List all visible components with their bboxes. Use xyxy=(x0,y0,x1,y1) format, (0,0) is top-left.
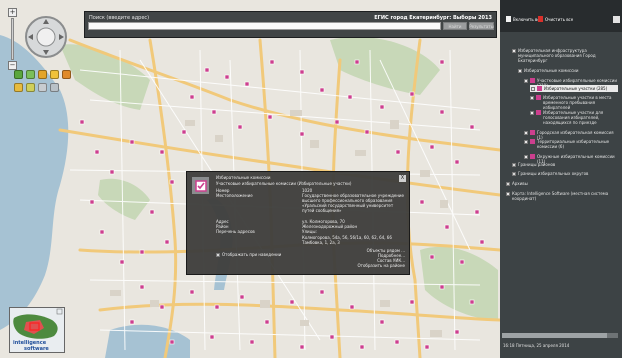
enable-all-button[interactable]: Включить все xyxy=(506,16,542,22)
find-button[interactable]: Найти xyxy=(443,22,467,30)
back-arrow-icon[interactable] xyxy=(14,70,23,79)
tree-checkbox[interactable] xyxy=(531,87,535,91)
tree-checkbox[interactable] xyxy=(530,96,534,100)
tree-node[interactable]: Территориальные избирательные комиссии (… xyxy=(524,139,619,149)
page-icon xyxy=(506,16,511,22)
layers-panel: Включить все Очистить все Избирательная … xyxy=(500,0,622,358)
tree-node[interactable]: Архивы xyxy=(506,181,614,186)
clear-icon xyxy=(538,16,543,22)
ballot-box-icon xyxy=(192,177,209,194)
tree-checkbox[interactable] xyxy=(524,79,528,83)
search-bar: Поиск (введите адрес) ЕГИС город Екатери… xyxy=(84,11,497,38)
tree-node[interactable]: Избирательная инфраструктура муниципальн… xyxy=(512,48,614,63)
tree-node[interactable]: Границы районов xyxy=(512,162,614,167)
search-input[interactable] xyxy=(88,22,441,30)
status-datetime: 16:18 Пятница, 25 апреля 2014 xyxy=(503,343,570,348)
tree-node[interactable]: Границы избирательных округов xyxy=(512,171,614,176)
tree-label: Территориальные избирательные комиссии (… xyxy=(537,139,610,149)
tree-checkbox[interactable] xyxy=(518,69,522,73)
tree-label: Избирательные комиссии xyxy=(524,68,579,73)
temporary-station-icon xyxy=(536,95,541,100)
overview-minimap[interactable]: intelligence software xyxy=(9,307,65,353)
tree-label: Границы избирательных округов xyxy=(518,171,589,176)
field-value-street-2: Тамбовка, 1, 2а, 3 xyxy=(302,240,340,245)
tree-node-selected[interactable]: Избирательные участки (285) xyxy=(530,85,618,92)
popup-layer-name: Избирательные комиссии xyxy=(216,175,271,180)
city-commission-icon xyxy=(530,130,535,135)
zoom-plus-button[interactable]: + xyxy=(8,8,17,17)
commission-icon xyxy=(530,78,535,83)
tree-label: Избирательные участки (285) xyxy=(544,86,608,91)
tree-node[interactable]: Избирательные участки в места временного… xyxy=(530,95,616,110)
logo-line-software: software xyxy=(24,346,49,352)
tree-checkbox[interactable] xyxy=(512,49,516,53)
favorite-star-icon[interactable] xyxy=(50,70,59,79)
field-value-addresses: Улицы: xyxy=(302,229,317,234)
edit-pencil-icon[interactable] xyxy=(62,70,71,79)
tree-node[interactable]: Избирательные комиссии xyxy=(518,68,614,73)
field-value-location: Государственное образовательное учрежден… xyxy=(302,193,404,213)
show-on-hover-label: Отображать при наведении xyxy=(222,252,282,257)
layers-icon[interactable] xyxy=(38,70,47,79)
scrollbar-thumb[interactable] xyxy=(502,333,607,338)
field-label-location: Местоположение xyxy=(216,193,253,198)
app-title: ЕГИС город Екатеринбург: Выборы 2013 xyxy=(374,15,492,21)
tree-node[interactable]: Карта: Intelligence Software (местная си… xyxy=(506,191,614,201)
forward-arrow-icon[interactable] xyxy=(26,70,35,79)
popup-sublayer-name: Участковые избирательные комиссии (Избир… xyxy=(216,181,352,186)
tree-checkbox[interactable] xyxy=(524,155,528,159)
tree-label: Избирательные участки в места временного… xyxy=(543,95,612,110)
tree-checkbox[interactable] xyxy=(506,192,510,196)
district-commission-icon xyxy=(530,154,535,159)
tree-node[interactable]: Избирательные участки для голосования из… xyxy=(530,110,616,125)
zoom-minus-button[interactable]: − xyxy=(8,61,17,70)
show-on-hover-option[interactable]: Отображать при наведении xyxy=(216,252,281,257)
layers-scrollbar[interactable] xyxy=(502,333,618,338)
tree-label: Избирательная инфраструктура муниципальн… xyxy=(518,48,596,63)
link-show-in-district[interactable]: Отобразить на районе xyxy=(357,263,405,268)
panel-close-icon[interactable] xyxy=(613,16,620,23)
tree-checkbox[interactable] xyxy=(524,140,528,144)
clear-all-button[interactable]: Очистить все xyxy=(538,16,573,22)
print-icon[interactable] xyxy=(38,83,47,92)
tree-checkbox[interactable] xyxy=(530,111,534,115)
measure-icon[interactable] xyxy=(14,83,23,92)
tree-label: Архивы xyxy=(512,181,528,186)
feature-info-popup: Избирательные комиссии Участковые избира… xyxy=(186,171,410,275)
results-button[interactable]: Результаты xyxy=(469,22,494,30)
polling-station-icon xyxy=(537,86,542,91)
tree-label: Карта: Intelligence Software (местная си… xyxy=(512,191,609,201)
clear-all-label: Очистить все xyxy=(545,16,574,22)
tree-label: Избирательные участки для голосования из… xyxy=(543,110,604,125)
voter-home-icon xyxy=(536,110,541,115)
popup-close-button[interactable]: X xyxy=(399,175,406,182)
tree-checkbox[interactable] xyxy=(506,182,510,186)
popup-links: Объекты рядом ... Подробнее... Состав УИ… xyxy=(357,248,405,268)
select-icon[interactable] xyxy=(26,83,35,92)
zoom-slider[interactable] xyxy=(11,18,14,60)
pan-wheel[interactable] xyxy=(24,15,68,59)
field-label-addresses: Перечень адресов xyxy=(216,229,255,234)
show-on-hover-checkbox[interactable] xyxy=(216,253,220,257)
layers-panel-header: Включить все Очистить все xyxy=(500,0,622,32)
tree-checkbox[interactable] xyxy=(524,131,528,135)
tree-checkbox[interactable] xyxy=(512,172,516,176)
tree-checkbox[interactable] xyxy=(512,163,516,167)
territorial-commission-icon xyxy=(530,139,535,144)
search-label: Поиск (введите адрес) xyxy=(89,15,150,21)
export-icon[interactable] xyxy=(50,83,59,92)
tree-label: Границы районов xyxy=(518,162,556,167)
